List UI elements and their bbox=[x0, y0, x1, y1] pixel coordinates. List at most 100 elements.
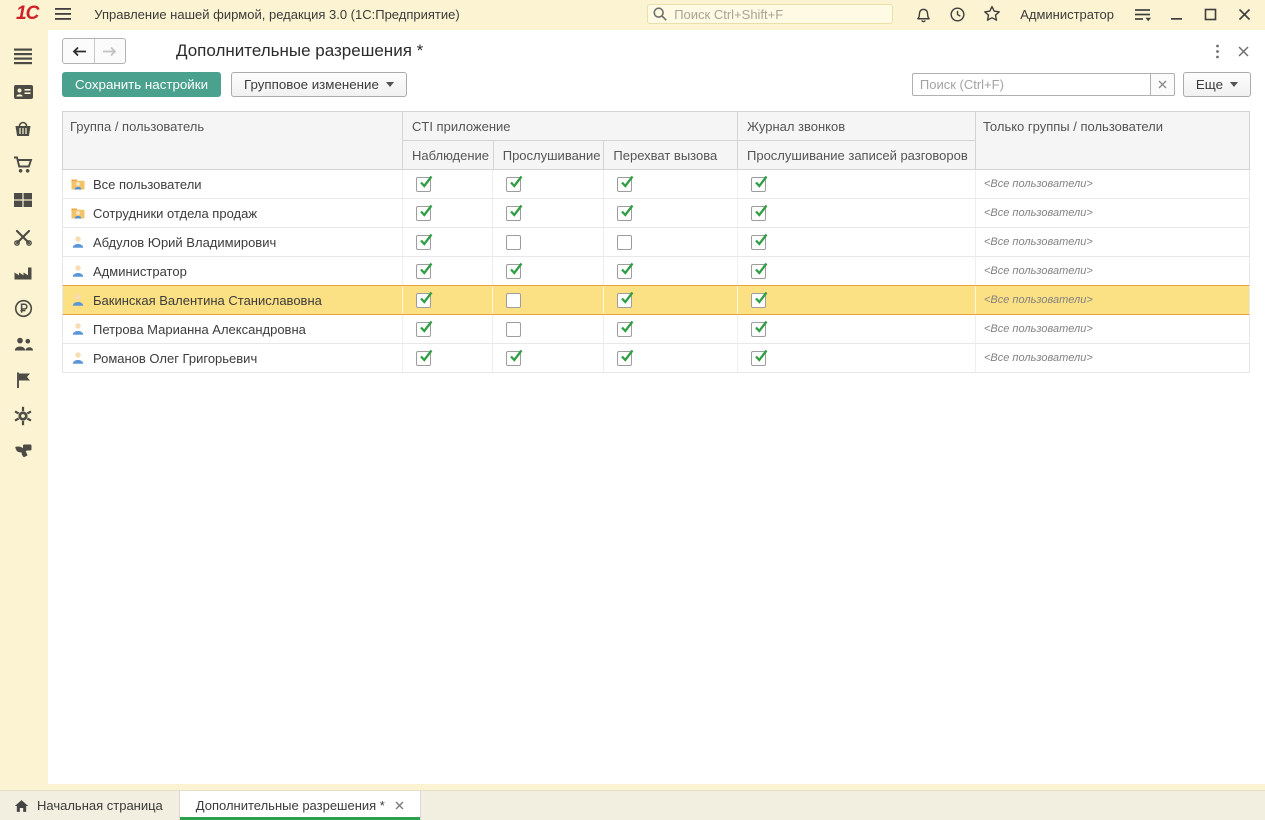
checkbox-listening[interactable] bbox=[506, 292, 521, 308]
company-icon bbox=[14, 371, 32, 389]
checkbox-listening[interactable] bbox=[506, 175, 523, 192]
notifications-bell-icon[interactable] bbox=[915, 6, 932, 23]
checkbox-call-intercept[interactable] bbox=[617, 320, 634, 337]
table-row[interactable]: Петрова Марианна Александровна <Все польз… bbox=[63, 315, 1249, 344]
main-menu-icon[interactable] bbox=[54, 6, 72, 22]
only-groups-value[interactable]: <Все пользователи> bbox=[984, 323, 1093, 335]
back-button[interactable] bbox=[63, 39, 94, 63]
sidebar-item-warehouse[interactable] bbox=[5, 182, 41, 218]
purchases-icon bbox=[13, 155, 34, 174]
checkbox-observation[interactable] bbox=[416, 291, 433, 308]
tab-label: Начальная страница bbox=[37, 798, 163, 813]
only-groups-value[interactable]: <Все пользователи> bbox=[984, 294, 1093, 306]
checkbox-call-intercept[interactable] bbox=[617, 262, 634, 279]
sidebar-item-crm[interactable] bbox=[5, 74, 41, 110]
checkbox-records-listening[interactable] bbox=[751, 349, 768, 366]
table-row[interactable]: Романов Олег Григорьевич <Все пользовател… bbox=[63, 344, 1249, 373]
row-label: Администратор bbox=[93, 263, 187, 279]
table-body: Все пользователи <Все пользователи> Сотру… bbox=[62, 170, 1250, 373]
checkbox-observation[interactable] bbox=[416, 233, 433, 250]
column-header-listening[interactable]: Прослушивание bbox=[492, 141, 604, 169]
column-header-observation[interactable]: Наблюдение bbox=[403, 141, 493, 169]
history-icon[interactable] bbox=[949, 6, 966, 23]
only-groups-value[interactable]: <Все пользователи> bbox=[984, 178, 1093, 190]
checkbox-records-listening[interactable] bbox=[751, 320, 768, 337]
app-title: Управление нашей фирмой, редакция 3.0 (1… bbox=[94, 6, 460, 22]
only-groups-value[interactable]: <Все пользователи> bbox=[984, 207, 1093, 219]
checkbox-call-intercept[interactable] bbox=[617, 234, 632, 250]
sidebar-item-works[interactable] bbox=[5, 218, 41, 254]
only-groups-value[interactable]: <Все пользователи> bbox=[984, 236, 1093, 248]
checkbox-observation[interactable] bbox=[416, 320, 433, 337]
crm-icon bbox=[13, 83, 34, 101]
user-icon bbox=[70, 234, 86, 250]
column-header-only-groups[interactable]: Только группы / пользователи bbox=[976, 112, 1249, 169]
column-group-call-log[interactable]: Журнал звонков bbox=[738, 112, 975, 141]
sidebar-item-menu[interactable] bbox=[5, 38, 41, 74]
column-group-cti-app[interactable]: CTI приложение bbox=[403, 112, 737, 141]
checkbox-records-listening[interactable] bbox=[751, 262, 768, 279]
table-search-input[interactable] bbox=[911, 72, 1150, 96]
checkbox-listening[interactable] bbox=[506, 321, 521, 337]
checkbox-call-intercept[interactable] bbox=[617, 291, 634, 308]
app-window: 1С Управление нашей фирмой, редакция 3.0… bbox=[0, 0, 1265, 820]
table-row[interactable]: Абдулов Юрий Владимирович <Все пользовате… bbox=[63, 228, 1249, 257]
table-row[interactable]: Бакинская Валентина Станиславовна <Все по… bbox=[63, 285, 1249, 315]
only-groups-value[interactable]: <Все пользователи> bbox=[984, 352, 1093, 364]
checkbox-observation[interactable] bbox=[416, 175, 433, 192]
maximize-button[interactable] bbox=[1204, 8, 1217, 21]
global-search-input[interactable] bbox=[647, 4, 894, 24]
tab-label: Дополнительные разрешения * bbox=[195, 798, 385, 813]
sidebar-item-sales[interactable] bbox=[5, 110, 41, 146]
checkbox-call-intercept[interactable] bbox=[617, 349, 634, 366]
user-icon bbox=[70, 292, 86, 308]
open-windows-tabbar: Начальная страница Дополнительные разреш… bbox=[0, 790, 1265, 820]
save-settings-button[interactable]: Сохранить настройки bbox=[62, 71, 222, 97]
checkbox-observation[interactable] bbox=[416, 262, 433, 279]
service-menu-icon[interactable] bbox=[1133, 6, 1152, 23]
close-window-button[interactable] bbox=[1238, 8, 1251, 21]
minimize-button[interactable] bbox=[1170, 8, 1183, 21]
checkbox-records-listening[interactable] bbox=[751, 233, 768, 250]
close-form-icon[interactable] bbox=[1238, 45, 1249, 57]
table-row[interactable]: Администратор <Все пользователи> bbox=[63, 257, 1249, 286]
column-header-group-user[interactable]: Группа / пользователь bbox=[63, 112, 403, 169]
works-icon bbox=[13, 227, 33, 246]
checkbox-listening[interactable] bbox=[506, 262, 523, 279]
close-tab-icon[interactable] bbox=[395, 801, 404, 810]
sidebar-item-purchases[interactable] bbox=[5, 146, 41, 182]
sidebar-item-telephony[interactable] bbox=[5, 434, 41, 470]
tab-additional-permissions[interactable]: Дополнительные разрешения * bbox=[178, 791, 421, 820]
checkbox-call-intercept[interactable] bbox=[617, 175, 634, 192]
favorites-star-icon[interactable] bbox=[983, 5, 1001, 23]
table-row[interactable]: Все пользователи <Все пользователи> bbox=[63, 170, 1249, 199]
forward-button[interactable] bbox=[94, 39, 125, 63]
checkbox-observation[interactable] bbox=[416, 204, 433, 221]
sidebar-item-personnel[interactable] bbox=[5, 326, 41, 362]
checkbox-listening[interactable] bbox=[506, 349, 523, 366]
checkbox-observation[interactable] bbox=[416, 349, 433, 366]
sidebar-item-production[interactable] bbox=[5, 254, 41, 290]
current-user[interactable]: Администратор bbox=[1020, 7, 1114, 22]
row-label: Бакинская Валентина Станиславовна bbox=[93, 292, 322, 308]
column-header-call-intercept[interactable]: Перехват вызова bbox=[603, 141, 737, 169]
checkbox-call-intercept[interactable] bbox=[617, 204, 634, 221]
sidebar-item-company[interactable] bbox=[5, 362, 41, 398]
sidebar-item-money[interactable] bbox=[5, 290, 41, 326]
group-change-button[interactable]: Групповое изменение bbox=[231, 71, 407, 97]
checkbox-listening[interactable] bbox=[506, 204, 523, 221]
column-header-records-listening[interactable]: Прослушивание записей разговоров bbox=[738, 141, 975, 169]
table-row[interactable]: Сотрудники отдела продаж <Все пользовател… bbox=[63, 199, 1249, 228]
checkbox-records-listening[interactable] bbox=[751, 175, 768, 192]
more-button[interactable]: Еще bbox=[1182, 71, 1251, 97]
checkbox-listening[interactable] bbox=[506, 234, 521, 250]
sidebar-item-settings[interactable] bbox=[5, 398, 41, 434]
form-menu-kebab-icon[interactable] bbox=[1215, 44, 1220, 59]
checkbox-records-listening[interactable] bbox=[751, 204, 768, 221]
clear-search-icon[interactable] bbox=[1149, 72, 1175, 96]
tab-home-page[interactable]: Начальная страница bbox=[0, 791, 179, 820]
only-groups-value[interactable]: <Все пользователи> bbox=[984, 265, 1093, 277]
checkbox-records-listening[interactable] bbox=[751, 291, 768, 308]
menu-icon bbox=[13, 47, 33, 65]
row-label: Сотрудники отдела продаж bbox=[93, 205, 258, 221]
